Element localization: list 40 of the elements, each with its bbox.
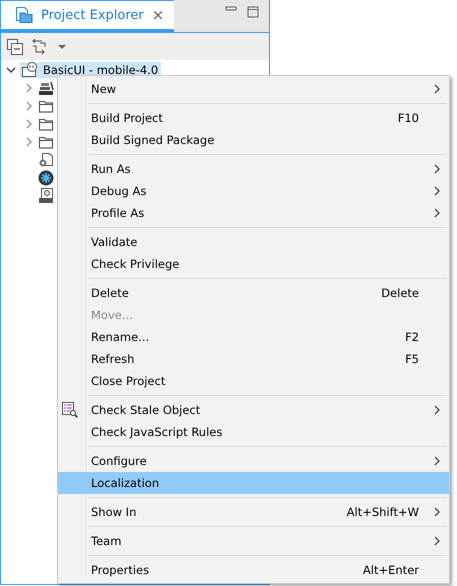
folder-icon	[38, 134, 54, 150]
gear-file-icon	[38, 152, 54, 168]
shortcut-label: Alt+Shift+W	[346, 505, 419, 519]
list-magnifier-icon	[62, 402, 78, 418]
shortcut-label: F5	[405, 352, 419, 366]
menu-item[interactable]: Check Privilege	[58, 253, 449, 275]
menu-item[interactable]: Team	[58, 530, 449, 552]
maximize-icon[interactable]	[247, 6, 259, 18]
close-icon[interactable]: ×	[152, 6, 164, 24]
menu-item[interactable]: Localization	[58, 472, 449, 494]
menu-item[interactable]: Profile As	[58, 202, 449, 224]
shortcut-label: F10	[398, 111, 419, 125]
menu-item[interactable]: Close Project	[58, 370, 449, 392]
menu-item[interactable]: Validate	[58, 231, 449, 253]
collapse-all-icon[interactable]	[6, 38, 24, 56]
html-file-icon	[38, 188, 54, 204]
menu-item[interactable]: New	[58, 78, 449, 100]
app-icon	[38, 170, 54, 186]
menu-item[interactable]: Properties Alt+Enter	[58, 559, 449, 581]
menu-item[interactable]: Delete Delete	[58, 282, 449, 304]
folder-icon	[38, 116, 54, 132]
menu-item[interactable]: Run As	[58, 158, 449, 180]
folder-icon	[38, 98, 54, 114]
project-explorer-tab[interactable]: Project Explorer ×	[1, 0, 174, 32]
shortcut-label: F2	[405, 330, 419, 344]
menu-item[interactable]: Rename... F2	[58, 326, 449, 348]
menu-item[interactable]: Debug As	[58, 180, 449, 202]
shortcut-label: Alt+Enter	[362, 563, 419, 577]
menu-item[interactable]: Check JavaScript Rules	[58, 421, 449, 443]
menu-item[interactable]: Refresh F5	[58, 348, 449, 370]
menu-item[interactable]: Check Stale Object	[58, 399, 449, 421]
dropdown-icon[interactable]	[56, 42, 68, 50]
menu-item[interactable]: Build Signed Package	[58, 129, 449, 151]
menu-item[interactable]: Show In Alt+Shift+W	[58, 501, 449, 523]
explorer-icon	[15, 6, 33, 24]
menu-item[interactable]: Configure	[58, 450, 449, 472]
library-icon	[38, 80, 54, 96]
shortcut-label: Delete	[381, 286, 419, 300]
menu-item[interactable]: Build Project F10	[58, 107, 449, 129]
js-project-icon	[21, 62, 39, 78]
